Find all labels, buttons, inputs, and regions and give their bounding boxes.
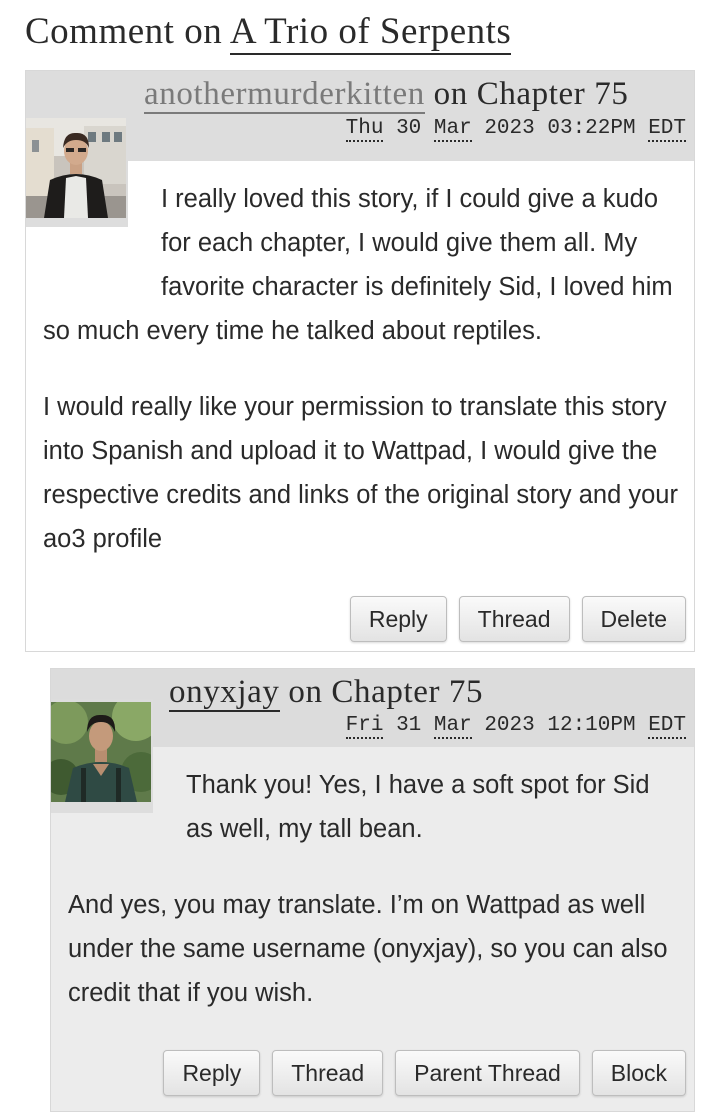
comment-datetime: Fri 31 Mar 2023 12:10PM EDT: [345, 714, 686, 739]
reply-button[interactable]: Reply: [163, 1050, 261, 1096]
delete-button[interactable]: Delete: [581, 596, 686, 642]
month: Mar: [433, 714, 472, 739]
comment-datetime: Thu 30 Mar 2023 03:22PM EDT: [345, 117, 686, 142]
chapter-reference: on Chapter 75: [288, 674, 484, 710]
year: 2023: [484, 117, 535, 140]
comment: anothermurderkitten on Chapter 75 Thu 30…: [25, 70, 695, 652]
timezone: EDT: [648, 117, 686, 142]
time: 12:10PM: [547, 714, 636, 737]
year: 2023: [484, 714, 535, 737]
commenter-username-link[interactable]: anothermurderkitten: [144, 76, 425, 114]
comment-byline: onyxjay on Chapter 75: [169, 674, 686, 712]
work-title-link[interactable]: A Trio of Serpents: [229, 11, 512, 55]
weekday: Fri: [345, 714, 384, 739]
comment-actions: Reply Thread Parent Thread Block: [163, 1050, 686, 1096]
reply-button[interactable]: Reply: [349, 596, 447, 642]
commenter-username-link[interactable]: onyxjay: [169, 674, 280, 712]
page-heading: Comment on A Trio of Serpents: [25, 10, 512, 55]
day: 31: [396, 714, 422, 737]
weekday: Thu: [345, 117, 384, 142]
parent-thread-button[interactable]: Parent Thread: [395, 1050, 580, 1096]
comment-paragraph: And yes, you may translate. I’m on Wattp…: [68, 891, 668, 1007]
heading-prefix: Comment on: [25, 11, 223, 52]
day: 30: [396, 117, 422, 140]
thread-button[interactable]: Thread: [458, 596, 570, 642]
month: Mar: [433, 117, 472, 142]
comment-reply: onyxjay on Chapter 75 Fri 31 Mar 2023 12…: [50, 668, 695, 1112]
time: 03:22PM: [547, 117, 636, 140]
thread-button[interactable]: Thread: [272, 1050, 384, 1096]
comment-byline: anothermurderkitten on Chapter 75: [144, 76, 686, 114]
comment-actions: Reply Thread Delete: [349, 596, 686, 642]
comment-body: I really loved this story, if I could gi…: [43, 177, 680, 593]
comment-paragraph: I would really like your permission to t…: [43, 393, 678, 553]
comment-body: Thank you! Yes, I have a soft spot for S…: [68, 763, 680, 1047]
block-button[interactable]: Block: [591, 1050, 686, 1096]
timezone: EDT: [648, 714, 686, 739]
chapter-reference: on Chapter 75: [433, 76, 629, 112]
